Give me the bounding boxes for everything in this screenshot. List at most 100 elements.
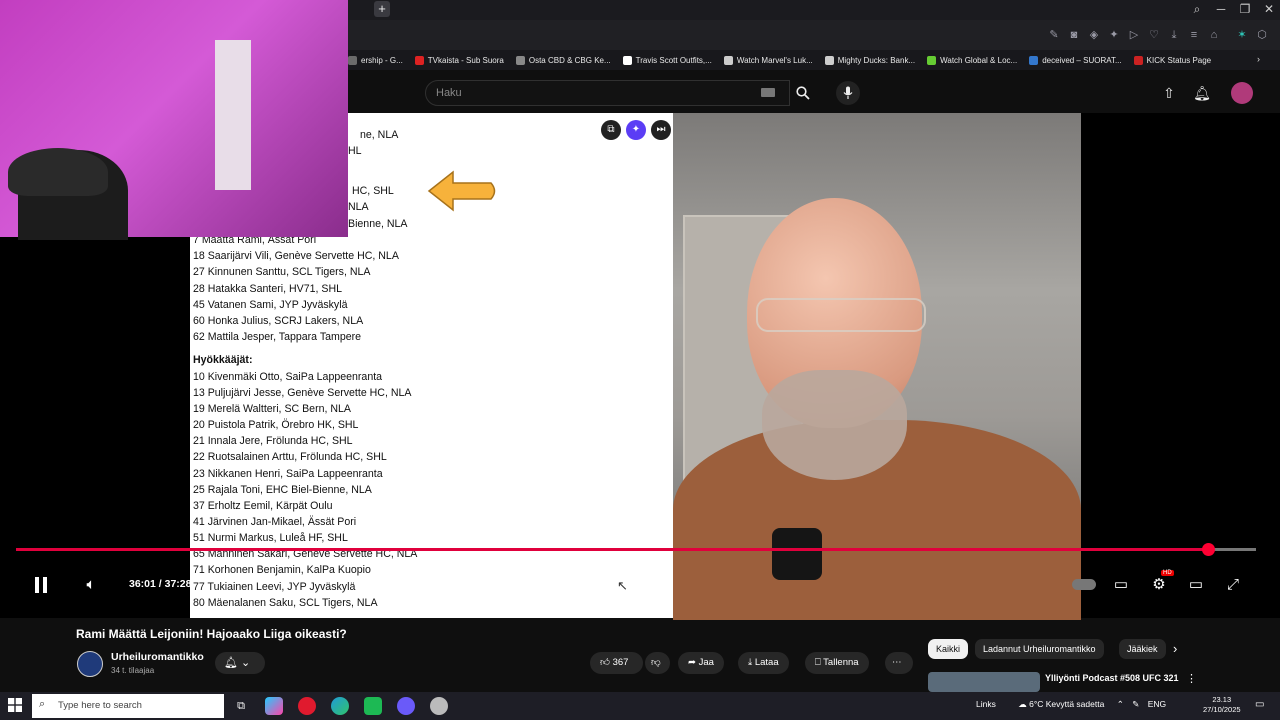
clock-time: 23.13 xyxy=(1212,695,1232,704)
edge-icon[interactable] xyxy=(331,697,349,715)
bookmark-item[interactable]: ership - G... xyxy=(348,55,403,65)
bookmark-item[interactable]: deceived – SUORAT... xyxy=(1029,55,1122,65)
green-app-icon[interactable] xyxy=(364,697,382,715)
lapel-mic xyxy=(772,528,822,580)
keyboard-icon[interactable] xyxy=(761,88,775,97)
download-icon[interactable]: ⤓ xyxy=(1167,28,1181,42)
links-label[interactable]: Links xyxy=(976,699,996,709)
recommendation-title[interactable]: Ylliyönti Podcast #508 UFC 321 xyxy=(1045,673,1179,683)
bookmark-item[interactable]: Travis Scott Outfits,... xyxy=(622,55,712,65)
weather-text[interactable]: 6°C Kevyttä sadetta xyxy=(1029,699,1104,709)
vpn-icon[interactable] xyxy=(430,697,448,715)
taskbar-search-icon: ⌕ xyxy=(39,698,46,710)
lock-icon[interactable]: ⌂ xyxy=(1207,28,1221,42)
theater-mode-icon[interactable]: ▭ xyxy=(1185,574,1207,596)
channel-name[interactable]: Urheiluromantikko xyxy=(111,651,204,663)
restore-button[interactable]: ❐ xyxy=(1233,0,1257,18)
chip-hockey[interactable]: Jääkiek xyxy=(1119,639,1166,659)
bookmark-item[interactable]: KICK Status Page xyxy=(1133,55,1211,65)
taskbar-search-input[interactable]: Type here to search xyxy=(32,694,224,718)
document-heading: Hyökkääjät: xyxy=(193,354,253,367)
extension-icon[interactable]: ✦ xyxy=(1107,28,1121,42)
chip-all[interactable]: Kaikki xyxy=(928,639,969,659)
microphone-icon[interactable] xyxy=(836,81,860,105)
bookmark-label: Travis Scott Outfits,... xyxy=(635,55,712,65)
subscribe-bell-button[interactable]: 🔔︎ ⌄ xyxy=(215,652,265,674)
search-input[interactable]: Haku xyxy=(425,80,790,106)
recommendation-thumbnail[interactable] xyxy=(928,672,1040,692)
progress-scrubber[interactable] xyxy=(1202,543,1215,556)
opera-icon[interactable] xyxy=(298,697,316,715)
close-window-button[interactable]: ✕ xyxy=(1257,0,1280,18)
camera-icon[interactable]: ◙ xyxy=(1067,28,1081,42)
bookmark-item[interactable]: Watch Marvel's Luk... xyxy=(723,55,813,65)
dislike-button[interactable]: 👎︎ xyxy=(645,652,670,674)
facecam-cap xyxy=(8,148,108,196)
pause-icon[interactable] xyxy=(30,574,52,596)
save-button[interactable]: ⎕ Tallenna xyxy=(805,652,869,674)
task-view-icon[interactable]: ⧉ xyxy=(232,697,250,715)
bookmark-item[interactable]: Osta CBD & CBG Ke... xyxy=(515,55,611,65)
document-line: 80 Mäenalanen Saku, SCL Tigers, NLA xyxy=(193,596,378,609)
settings-gear-icon[interactable]: ⚙ xyxy=(1148,574,1170,596)
chip-channel[interactable]: Ladannut Urheiluromantikko xyxy=(975,639,1104,659)
bookmark-label: Watch Marvel's Luk... xyxy=(736,55,813,65)
document-line: 22 Ruotsalainen Arttu, Frölunda HC, SHL xyxy=(193,451,387,464)
tray-chevron-icon[interactable]: ⌃ xyxy=(1117,699,1124,709)
more-actions-button[interactable]: ⋯ xyxy=(885,652,913,674)
notifications-icon[interactable]: ▭ xyxy=(1255,699,1264,710)
bookmark-label: deceived – SUORAT... xyxy=(1042,55,1122,65)
heart-icon[interactable]: ♡ xyxy=(1147,28,1161,42)
autoplay-toggle[interactable] xyxy=(1072,579,1096,590)
account-avatar[interactable] xyxy=(1231,82,1253,104)
play-icon[interactable]: ▷ xyxy=(1127,28,1141,42)
document-line: 60 Honka Julius, SCRJ Lakers, NLA xyxy=(193,315,364,327)
subtitles-icon[interactable]: ▭ xyxy=(1110,574,1132,596)
bookmark-item[interactable]: Mighty Ducks: Bank... xyxy=(824,55,915,65)
fullscreen-icon[interactable]: ⤢ xyxy=(1222,574,1244,596)
search-tabs-icon[interactable]: ⌕ xyxy=(1185,0,1209,18)
like-button[interactable]: 👍︎ 367 xyxy=(590,652,643,674)
bookmark-item[interactable]: TVkaista - Sub Suora xyxy=(414,55,504,65)
arrow-annotation-icon xyxy=(427,170,496,212)
bookmark-label: ership - G... xyxy=(361,55,403,65)
channel-avatar[interactable] xyxy=(77,651,103,677)
upload-icon[interactable]: ⇧ xyxy=(1160,84,1178,102)
download-button[interactable]: ⤓ Lataa xyxy=(738,652,789,674)
document-line: 25 Rajala Toni, EHC Biel-Bienne, NLA xyxy=(193,483,372,496)
share-icon: ➦ xyxy=(688,657,696,668)
miniplayer-icon[interactable]: ⧉ xyxy=(601,120,621,140)
search-button[interactable] xyxy=(789,80,817,106)
volume-icon[interactable]: 🔈︎ xyxy=(80,574,102,596)
shield-icon[interactable]: ◈ xyxy=(1087,28,1101,42)
new-tab-button[interactable]: + xyxy=(374,1,390,17)
share-button[interactable]: ➦ Jaa xyxy=(678,652,724,674)
bookmark-favicon-icon xyxy=(824,55,834,65)
pen-icon[interactable]: ✎ xyxy=(1132,699,1139,709)
chevron-right-icon[interactable]: › xyxy=(1173,641,1177,656)
edit-icon[interactable]: ✎ xyxy=(1047,28,1061,42)
windows-start-icon[interactable] xyxy=(8,698,22,712)
recommendation-menu-icon[interactable]: ⋮ xyxy=(1186,672,1197,685)
minimize-button[interactable]: ─ xyxy=(1209,0,1233,18)
notifications-bell-icon[interactable]: 🔔︎ xyxy=(1193,84,1211,102)
bookmark-label: TVkaista - Sub Suora xyxy=(427,55,504,65)
bookmark-favicon-icon xyxy=(622,55,632,65)
aria-icon[interactable]: ✶ xyxy=(1235,28,1249,42)
subscriber-count: 34 t. tilaajaa xyxy=(111,666,155,675)
cloud-icon: ☁ xyxy=(1018,699,1027,709)
discord-icon[interactable] xyxy=(397,697,415,715)
ask-ai-icon[interactable]: ✦ xyxy=(626,120,646,140)
taskbar-clock[interactable]: 23.13 27/10/2025 xyxy=(1203,695,1241,715)
bookmark-favicon-icon xyxy=(927,55,937,65)
bookmarks-more-icon[interactable]: › xyxy=(1257,54,1260,64)
bookmark-item[interactable]: Watch Global & Loc... xyxy=(927,55,1017,65)
skip-icon[interactable]: ⏭ xyxy=(651,120,671,140)
video-time: 36:01 / 37:28 xyxy=(129,578,192,590)
progress-bar-played[interactable] xyxy=(16,548,1208,551)
progress-bar-remaining[interactable] xyxy=(1208,548,1256,551)
language-indicator[interactable]: ENG xyxy=(1148,699,1166,709)
app-icon[interactable] xyxy=(265,697,283,715)
menu-icon[interactable]: ≡ xyxy=(1187,28,1201,42)
settings-icon[interactable]: ⬡ xyxy=(1255,28,1269,42)
